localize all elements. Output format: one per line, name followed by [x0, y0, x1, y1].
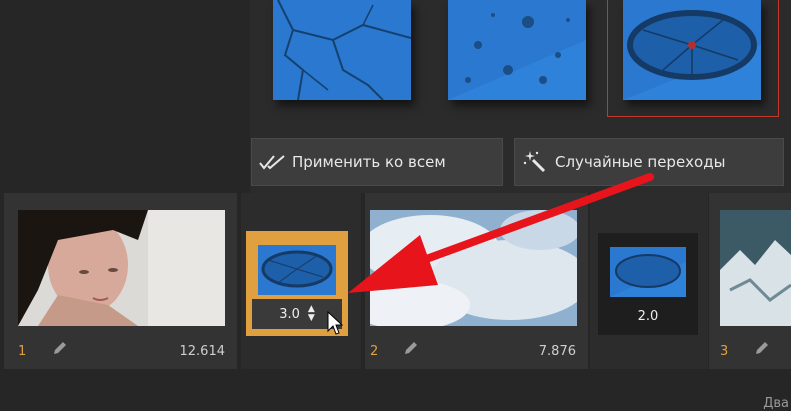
annotation-arrow-icon — [348, 173, 654, 293]
